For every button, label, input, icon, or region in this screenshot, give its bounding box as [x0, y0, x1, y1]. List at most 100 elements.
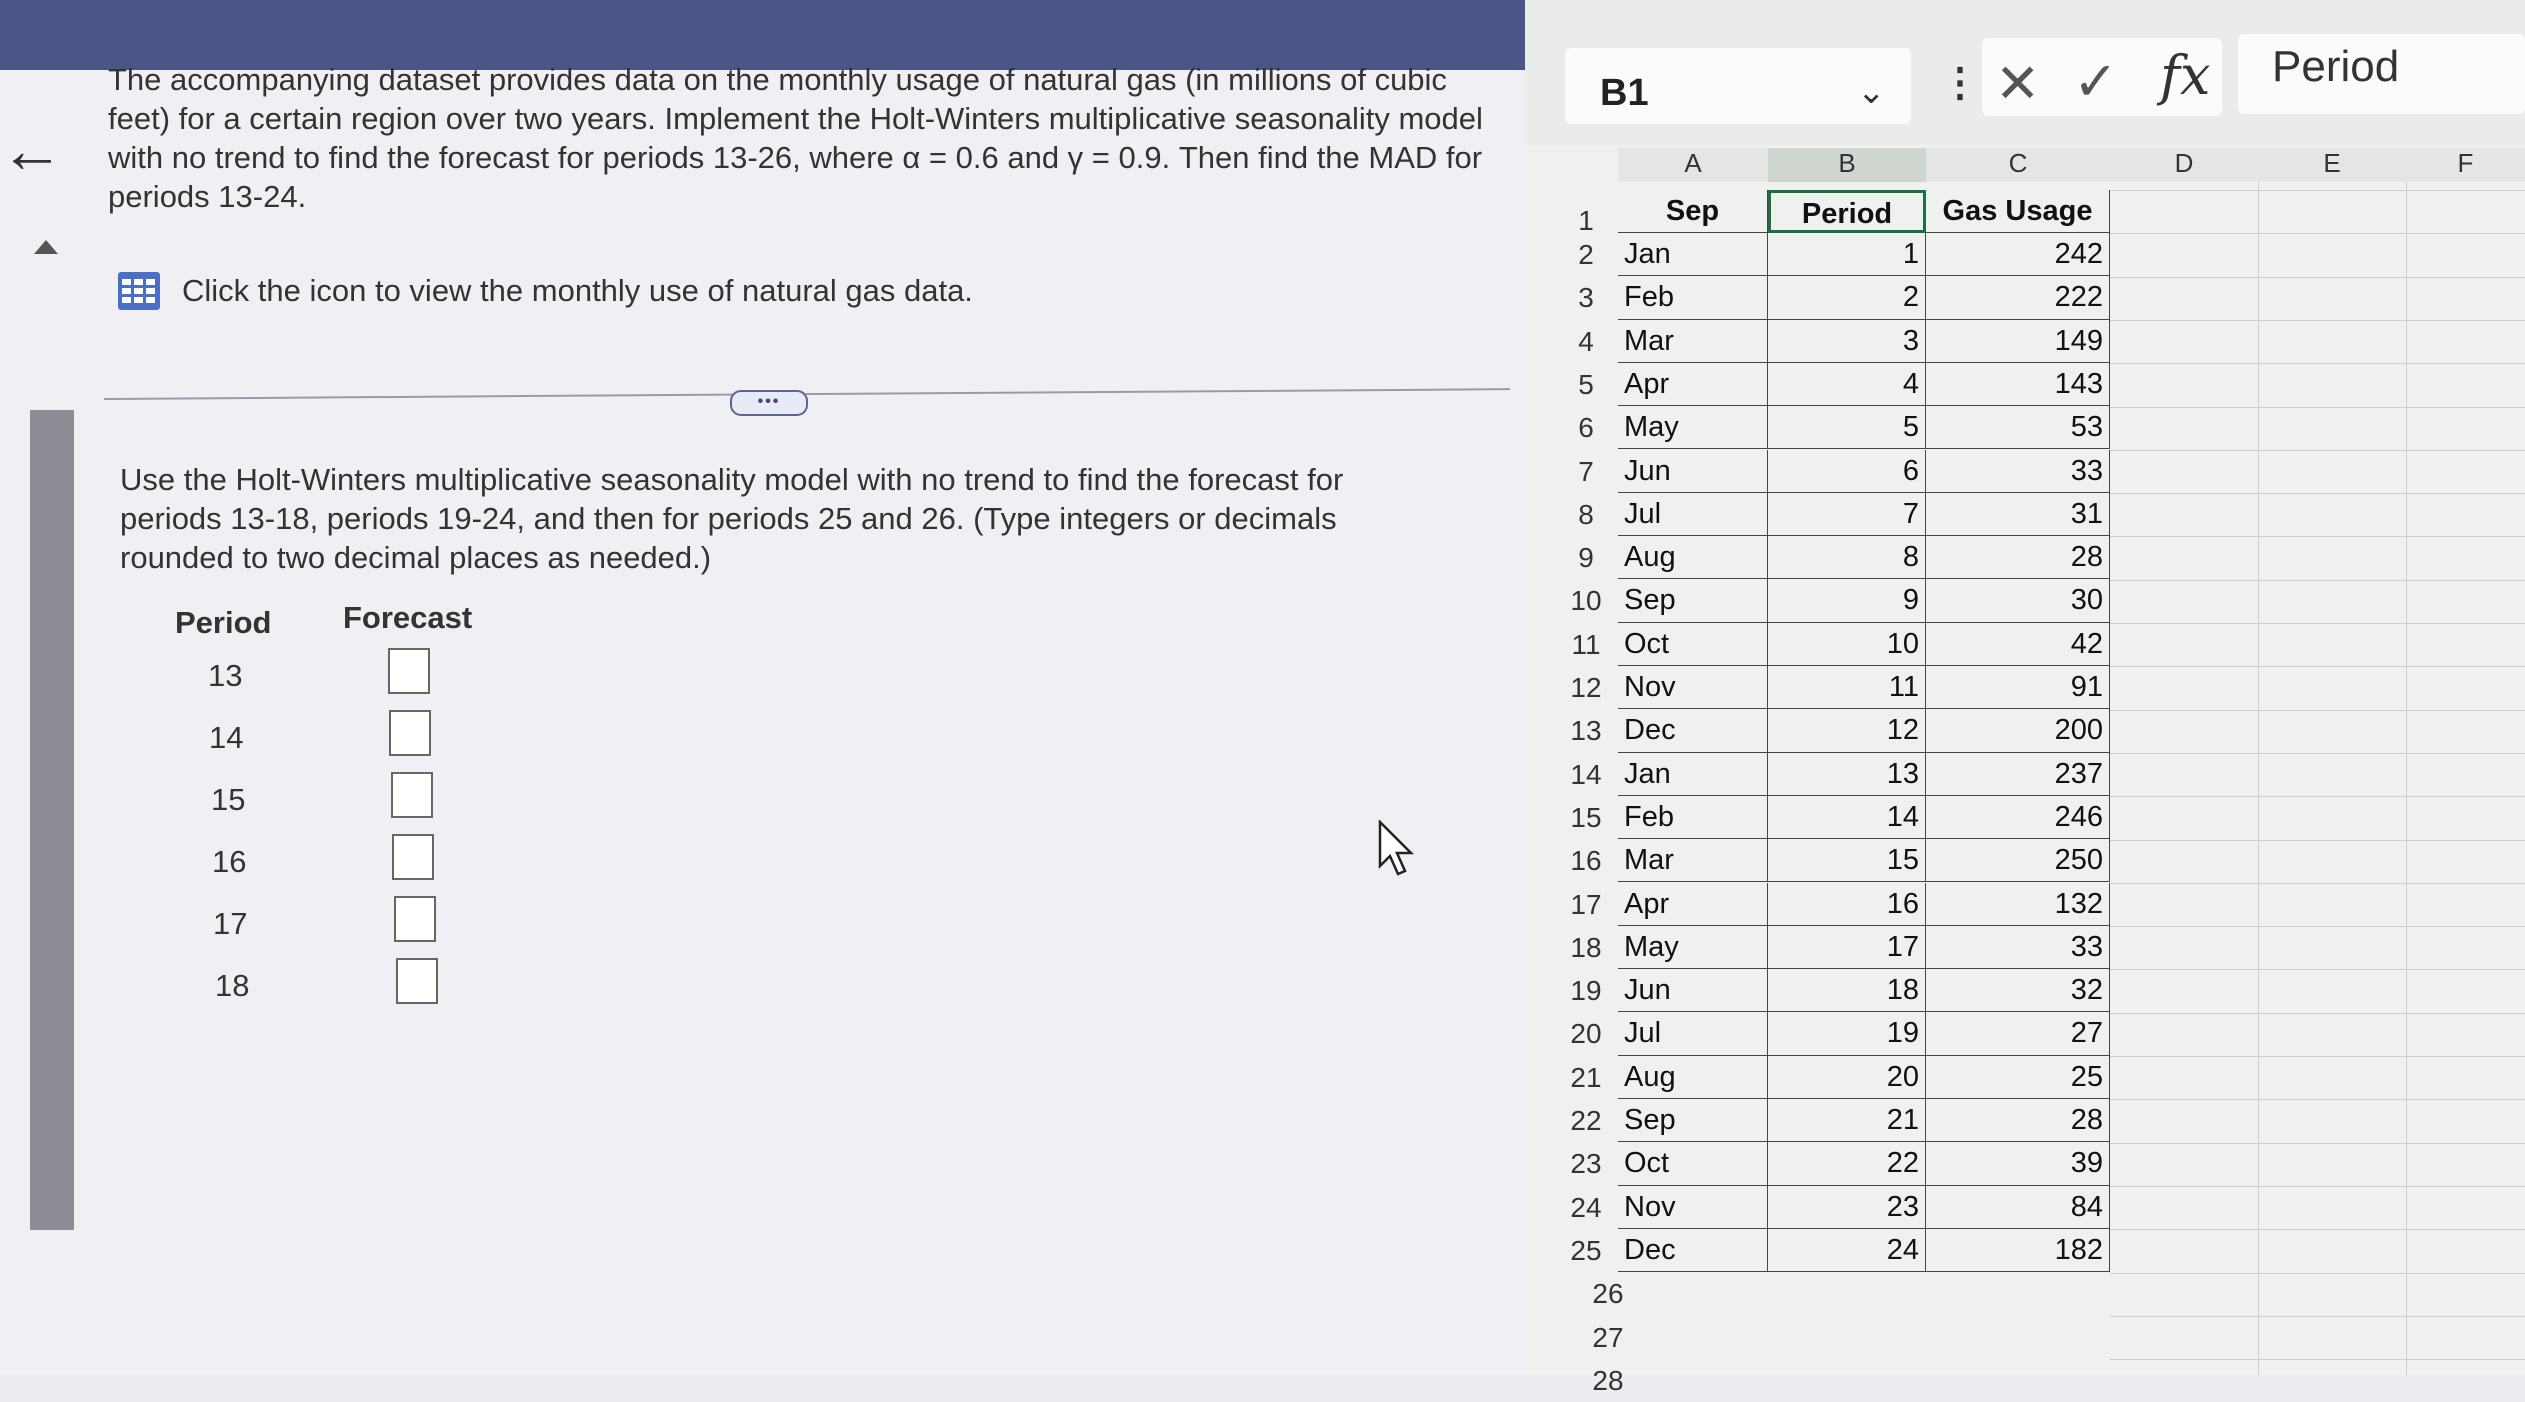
- row-header[interactable]: 28: [1580, 1359, 1636, 1402]
- row-header[interactable]: 11: [1558, 623, 1614, 666]
- cell-period[interactable]: 23: [1768, 1185, 1926, 1229]
- cell-month[interactable]: Jul: [1618, 1012, 1768, 1056]
- cell-gas-usage[interactable]: 25: [1926, 1055, 2110, 1099]
- cell-period[interactable]: 2: [1768, 276, 1926, 320]
- row-header[interactable]: 13: [1558, 709, 1614, 752]
- cell-period[interactable]: 4: [1768, 362, 1926, 407]
- cell-period[interactable]: 10: [1768, 622, 1926, 666]
- cell-month[interactable]: Mar: [1618, 319, 1768, 363]
- row-header[interactable]: 2: [1558, 233, 1614, 276]
- row-header[interactable]: 27: [1580, 1316, 1636, 1359]
- cell-month[interactable]: Jun: [1618, 969, 1768, 1013]
- row-header[interactable]: 5: [1558, 363, 1614, 406]
- row-header[interactable]: 20: [1558, 1012, 1614, 1055]
- row-header[interactable]: 25: [1558, 1229, 1614, 1272]
- column-header-e[interactable]: E: [2258, 148, 2407, 182]
- cell-month[interactable]: Dec: [1618, 1228, 1768, 1273]
- row-header[interactable]: 18: [1558, 926, 1614, 969]
- cell-gas-usage[interactable]: 237: [1926, 752, 2110, 796]
- cell-gas-usage[interactable]: 246: [1926, 795, 2110, 840]
- cell-period[interactable]: 19: [1768, 1012, 1926, 1056]
- cell-month[interactable]: Oct: [1618, 1142, 1768, 1186]
- cell-gas-usage[interactable]: 53: [1926, 406, 2110, 450]
- row-header[interactable]: 23: [1558, 1142, 1614, 1185]
- cell-period[interactable]: 11: [1768, 666, 1926, 710]
- insert-function-icon[interactable]: fx: [2160, 44, 2210, 107]
- row-header[interactable]: 16: [1558, 839, 1614, 882]
- cell-gas-usage[interactable]: 33: [1926, 449, 2110, 493]
- cell-period[interactable]: 5: [1768, 406, 1926, 450]
- formula-value[interactable]: Period: [2272, 42, 2399, 92]
- row-header[interactable]: 21: [1558, 1056, 1614, 1099]
- cell-period[interactable]: 15: [1768, 839, 1926, 883]
- cell-gas-usage[interactable]: 30: [1926, 579, 2110, 623]
- cell-period[interactable]: 12: [1768, 709, 1926, 753]
- row-header[interactable]: 22: [1558, 1099, 1614, 1142]
- forecast-input-18[interactable]: [396, 958, 438, 1004]
- column-header-d[interactable]: D: [2110, 148, 2259, 182]
- cell-a1[interactable]: Sep: [1618, 190, 1768, 233]
- cell-gas-usage[interactable]: 32: [1926, 969, 2110, 1013]
- cell-period[interactable]: 6: [1768, 449, 1926, 493]
- cell-month[interactable]: Nov: [1618, 1185, 1768, 1229]
- cell-gas-usage[interactable]: 132: [1926, 882, 2110, 926]
- row-header[interactable]: 24: [1558, 1186, 1614, 1229]
- cell-period[interactable]: 24: [1768, 1228, 1926, 1273]
- cell-month[interactable]: Apr: [1618, 882, 1768, 926]
- row-header[interactable]: 17: [1558, 883, 1614, 926]
- cell-month[interactable]: Sep: [1618, 1099, 1768, 1143]
- cell-gas-usage[interactable]: 31: [1926, 492, 2110, 537]
- row-header[interactable]: 10: [1558, 579, 1614, 622]
- data-link[interactable]: Click the icon to view the monthly use o…: [118, 272, 973, 310]
- row-header[interactable]: 12: [1558, 666, 1614, 709]
- expand-more-button[interactable]: •••: [730, 390, 808, 416]
- cell-period[interactable]: 13: [1768, 752, 1926, 796]
- cell-month[interactable]: Aug: [1618, 536, 1768, 580]
- forecast-input-16[interactable]: [392, 834, 434, 880]
- cell-gas-usage[interactable]: 84: [1926, 1185, 2110, 1229]
- confirm-icon[interactable]: ✓: [2073, 50, 2118, 113]
- row-header[interactable]: 3: [1558, 276, 1614, 319]
- cell-gas-usage[interactable]: 200: [1926, 709, 2110, 753]
- cell-period[interactable]: 14: [1768, 795, 1926, 840]
- cancel-icon[interactable]: ✕: [1995, 52, 2040, 115]
- cell-month[interactable]: Aug: [1618, 1055, 1768, 1099]
- cell-month[interactable]: Feb: [1618, 276, 1768, 320]
- cell-period[interactable]: 1: [1768, 233, 1926, 277]
- row-header[interactable]: 14: [1558, 753, 1614, 796]
- cell-month[interactable]: May: [1618, 925, 1768, 970]
- cell-month[interactable]: Dec: [1618, 709, 1768, 753]
- cell-gas-usage[interactable]: 33: [1926, 925, 2110, 970]
- cell-gas-usage[interactable]: 182: [1926, 1228, 2110, 1273]
- cell-month[interactable]: Apr: [1618, 362, 1768, 407]
- cell-period[interactable]: 9: [1768, 579, 1926, 623]
- cell-month[interactable]: Jan: [1618, 233, 1768, 277]
- name-box-value[interactable]: B1: [1600, 72, 1649, 115]
- cell-month[interactable]: Mar: [1618, 839, 1768, 883]
- cell-gas-usage[interactable]: 39: [1926, 1142, 2110, 1186]
- forecast-input-14[interactable]: [389, 710, 431, 756]
- cell-period[interactable]: 21: [1768, 1099, 1926, 1143]
- cell-gas-usage[interactable]: 28: [1926, 1099, 2110, 1143]
- cell-period[interactable]: 18: [1768, 969, 1926, 1013]
- cell-gas-usage[interactable]: 222: [1926, 276, 2110, 320]
- cell-month[interactable]: Feb: [1618, 795, 1768, 840]
- row-header[interactable]: 8: [1558, 493, 1614, 536]
- chevron-down-icon[interactable]: ⌄: [1857, 72, 1886, 112]
- cell-gas-usage[interactable]: 143: [1926, 362, 2110, 407]
- row-header[interactable]: 26: [1580, 1272, 1636, 1315]
- scrollbar-thumb[interactable]: [30, 410, 74, 1230]
- data-link-label[interactable]: Click the icon to view the monthly use o…: [182, 273, 973, 309]
- row-header[interactable]: 15: [1558, 796, 1614, 839]
- cell-period[interactable]: 8: [1768, 536, 1926, 580]
- cell-gas-usage[interactable]: 242: [1926, 233, 2110, 277]
- more-vertical-icon[interactable]: ⋮: [1940, 60, 1980, 106]
- cell-month[interactable]: May: [1618, 406, 1768, 450]
- cell-gas-usage[interactable]: 27: [1926, 1012, 2110, 1056]
- forecast-input-15[interactable]: [391, 772, 433, 818]
- forecast-input-17[interactable]: [394, 896, 436, 942]
- forecast-input-13[interactable]: [388, 648, 430, 694]
- cell-period[interactable]: 3: [1768, 319, 1926, 363]
- column-header-a[interactable]: A: [1618, 148, 1769, 182]
- back-arrow-icon[interactable]: ←: [0, 118, 64, 182]
